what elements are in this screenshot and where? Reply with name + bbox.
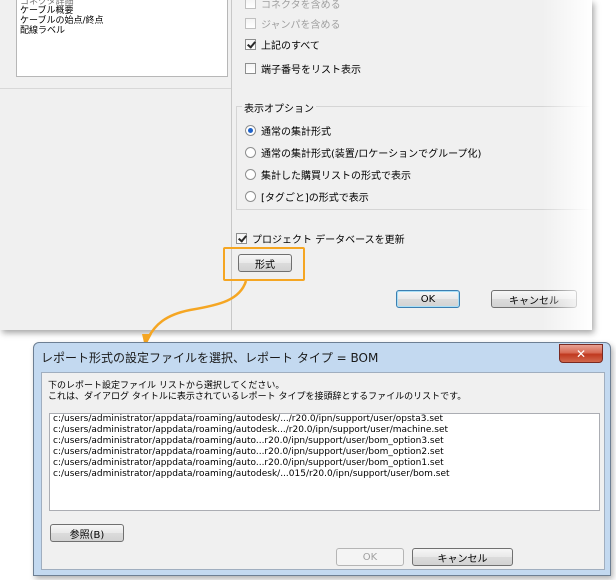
select-report-format-dialog: レポート形式の設定ファイルを選択、レポート タイプ = BOM ✕ 下のレポート…: [33, 342, 611, 576]
dialog-title: レポート形式の設定ファイルを選択、レポート タイプ = BOM: [41, 351, 379, 365]
close-icon[interactable]: ✕: [559, 344, 603, 363]
list-item[interactable]: c:/users/administrator/appdata/roaming/a…: [50, 447, 599, 458]
instruction-text: これは、ダイアログ タイトルに表示されているレポート タイプを接頭辞とするファイ…: [48, 392, 467, 402]
list-item[interactable]: c:/users/administrator/appdata/roaming/a…: [50, 469, 599, 480]
browse-button[interactable]: 参照(B): [50, 524, 124, 542]
settings-file-list[interactable]: c:/users/administrator/appdata/roaming/a…: [49, 413, 600, 511]
list-item[interactable]: c:/users/administrator/appdata/roaming/a…: [50, 436, 599, 447]
callout-arrow-icon: [142, 280, 248, 347]
list-item[interactable]: c:/users/administrator/appdata/roaming/a…: [50, 414, 599, 425]
cancel-button[interactable]: キャンセル: [412, 548, 513, 566]
dialog-body: 下のレポート設定ファイル リストから選択してください。 これは、ダイアログ タイ…: [41, 372, 605, 570]
list-item[interactable]: c:/users/administrator/appdata/roaming/a…: [50, 425, 599, 436]
list-item[interactable]: c:/users/administrator/appdata/roaming/a…: [50, 458, 599, 469]
ok-button[interactable]: OK: [336, 548, 404, 566]
